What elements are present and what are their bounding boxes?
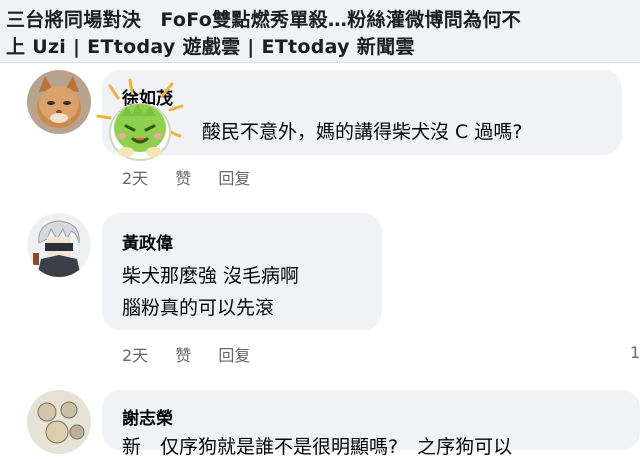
cat-avatar[interactable] xyxy=(27,70,91,134)
drawn-avatar[interactable] xyxy=(27,390,91,454)
comment-actions: 2天 赞 回复 xyxy=(122,342,272,366)
comment-time[interactable]: 2天 xyxy=(122,342,148,366)
comment-text-line1: 柴犬那麼強 沒毛病啊 xyxy=(122,265,300,287)
article-title-bar[interactable]: 三台將同場對決 FoFo雙點燃秀單殺…粉絲灌微博問為何不 上 Uzi | ETt… xyxy=(0,0,640,63)
reply-button[interactable]: 回复 xyxy=(218,165,250,189)
comment-author[interactable]: 黃政偉 xyxy=(122,229,173,254)
comment-text-line2: 腦粉真的可以先滾 xyxy=(122,297,275,319)
comment-text: 酸民不意外，媽的講得柴犬沒 C 過嗎? xyxy=(202,121,523,143)
comment-text: 新 仅序狗就是誰不是很明顯嗎? 之序狗可以 xyxy=(122,436,513,458)
comment-actions: 2天 赞 回复 xyxy=(122,165,272,189)
like-button[interactable]: 赞 xyxy=(175,165,191,189)
article-title-line1[interactable]: 三台將同場對決 FoFo雙點燃秀單殺…粉絲灌微博問為何不 xyxy=(6,5,521,32)
reaction-count[interactable]: 1 xyxy=(630,343,640,362)
comment-time[interactable]: 2天 xyxy=(122,165,148,189)
anime-avatar[interactable] xyxy=(27,213,91,277)
cartoon-sticker xyxy=(92,76,192,164)
comment-author[interactable]: 謝志榮 xyxy=(122,404,173,429)
article-title-line2[interactable]: 上 Uzi | ETtoday 遊戲雲 | ETtoday 新聞雲 xyxy=(6,32,415,59)
like-button[interactable]: 赞 xyxy=(175,342,191,366)
reply-button[interactable]: 回复 xyxy=(218,342,250,366)
